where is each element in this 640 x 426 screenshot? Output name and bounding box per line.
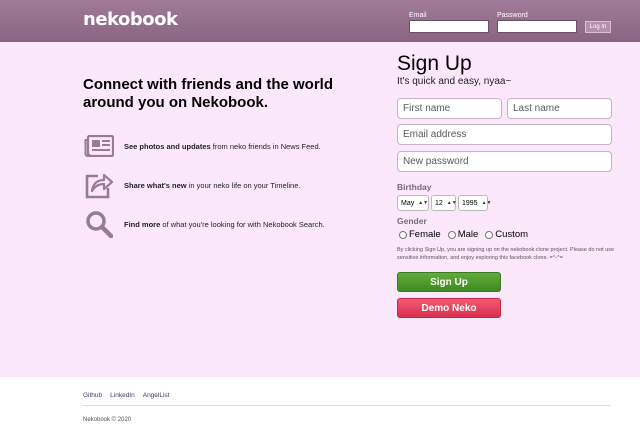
birthday-day-select[interactable]: 12 ▲▼ — [431, 195, 457, 211]
github-link[interactable]: Github — [83, 392, 102, 399]
email-field[interactable]: Email address — [397, 124, 612, 145]
radio-button[interactable] — [447, 230, 456, 239]
disclaimer: By clicking Sign Up, you are signing up … — [397, 247, 615, 261]
newspaper-icon — [83, 131, 115, 161]
gender-options: Female Male Custom — [399, 229, 535, 240]
feature-timeline: Share what's new in your neko life on yo… — [83, 170, 300, 200]
signup-title: Sign Up — [397, 52, 472, 75]
footer: Github LinkedIn AngelList Nekobook © 202… — [0, 377, 640, 426]
angellist-link[interactable]: AngelList — [143, 392, 170, 399]
birthday-year-select[interactable]: 1995 ▲▼ — [458, 195, 491, 211]
chevron-down-icon: ▲▼ — [418, 200, 429, 206]
gender-female[interactable]: Female — [399, 229, 441, 240]
search-icon — [83, 209, 115, 239]
feature-text: See photos and updates from neko friends… — [124, 141, 321, 151]
chevron-down-icon: ▲▼ — [481, 200, 492, 206]
headline: Connect with friends and the world aroun… — [83, 76, 334, 111]
copyright: Nekobook © 2020 — [83, 417, 132, 423]
top-nav: nekobook Email Password Log In — [0, 0, 640, 42]
radio-button[interactable] — [399, 230, 407, 239]
feature-news-feed: See photos and updates from neko friends… — [83, 131, 321, 161]
demo-neko-button[interactable]: Demo Neko — [397, 298, 501, 318]
gender-male[interactable]: Male — [447, 229, 478, 240]
login-email-input[interactable] — [409, 20, 489, 33]
birthday-label: Birthday — [397, 182, 432, 192]
feature-text: Share what's new in your neko life on yo… — [124, 180, 301, 190]
feature-text: Find more of what you're looking for wit… — [124, 219, 325, 229]
signup-subtitle: It's quick and easy, nyaa~ — [397, 76, 512, 87]
signup-button[interactable]: Sign Up — [397, 272, 501, 292]
password-label: Password — [497, 12, 528, 19]
logo[interactable]: nekobook — [83, 9, 178, 30]
radio-button[interactable] — [485, 230, 494, 239]
footer-links: Github LinkedIn AngelList — [83, 392, 169, 399]
last-name-field[interactable]: Last name — [507, 98, 612, 119]
share-icon — [83, 170, 115, 200]
email-label: Email — [409, 12, 427, 19]
feature-search: Find more of what you're looking for wit… — [83, 209, 325, 239]
password-field[interactable]: New password — [397, 151, 612, 172]
footer-divider — [83, 405, 611, 406]
birthday-month-select[interactable]: May ▲▼ — [397, 195, 429, 211]
gender-custom[interactable]: Custom — [485, 229, 528, 240]
first-name-field[interactable]: First name — [397, 98, 502, 119]
login-password-input[interactable] — [497, 20, 577, 33]
chevron-down-icon: ▲▼ — [446, 200, 457, 206]
gender-label: Gender — [397, 216, 427, 226]
login-button[interactable]: Log In — [585, 21, 611, 33]
linkedin-link[interactable]: LinkedIn — [110, 392, 135, 399]
